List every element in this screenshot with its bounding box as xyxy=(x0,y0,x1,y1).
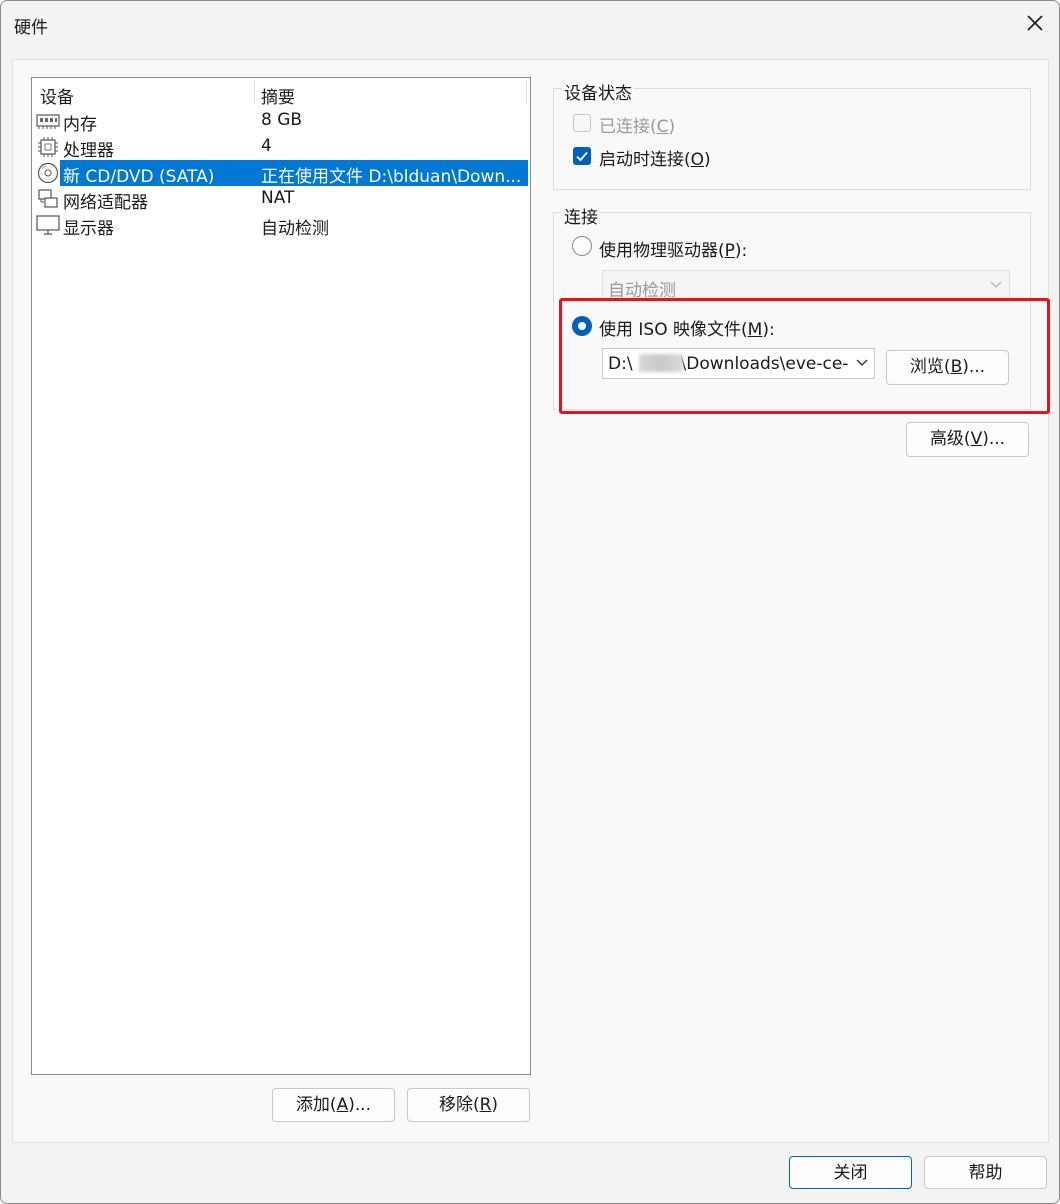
help-button[interactable]: 帮助 xyxy=(924,1156,1047,1189)
device-summary: NAT xyxy=(261,188,295,208)
network-adapter-icon xyxy=(36,188,60,210)
title-bar: 硬件 xyxy=(1,1,1059,47)
device-row-memory[interactable]: 内存 8 GB xyxy=(32,108,528,135)
device-status-title: 设备状态 xyxy=(562,79,634,104)
display-icon xyxy=(36,214,60,236)
memory-icon xyxy=(36,110,60,132)
list-header: 设备 摘要 xyxy=(32,78,530,108)
device-name: 网络适配器 xyxy=(63,193,148,213)
add-button[interactable]: 添加(A)... xyxy=(272,1088,395,1122)
device-name: 显示器 xyxy=(63,219,114,239)
device-name: 新 CD/DVD (SATA) xyxy=(63,167,215,187)
column-header-device[interactable]: 设备 xyxy=(40,83,74,108)
device-row-display[interactable]: 显示器 自动检测 xyxy=(32,212,528,239)
close-button[interactable]: 关闭 xyxy=(789,1156,912,1189)
highlight-annotation-box xyxy=(559,298,1050,414)
device-summary: 8 GB xyxy=(261,110,303,130)
device-summary: 4 xyxy=(261,136,272,156)
device-list[interactable]: 设备 摘要 内存 8 GB 处理器 4 新 CD/DVD (SATA) 正在使用… xyxy=(31,77,531,1075)
physical-drive-select[interactable]: 自动检测 xyxy=(602,270,1010,301)
device-row-network-adapter[interactable]: 网络适配器 NAT xyxy=(32,186,528,213)
cd-dvd-icon xyxy=(36,162,60,184)
device-name: 内存 xyxy=(63,115,97,135)
device-summary: 正在使用文件 D:\blduan\Down... xyxy=(261,167,522,187)
device-name: 处理器 xyxy=(63,141,114,161)
device-row-processor[interactable]: 处理器 4 xyxy=(32,134,528,161)
connected-label: 已连接(C) xyxy=(599,117,676,137)
window-title: 硬件 xyxy=(14,18,48,38)
device-summary: 自动检测 xyxy=(261,219,329,239)
connection-title: 连接 xyxy=(562,203,600,228)
connected-checkbox[interactable] xyxy=(573,114,591,132)
connect-at-power-on-label: 启动时连接(O) xyxy=(599,150,711,170)
advanced-button[interactable]: 高级(V)... xyxy=(906,422,1029,457)
device-row-cd-dvd[interactable]: 新 CD/DVD (SATA) 正在使用文件 D:\blduan\Down... xyxy=(32,160,528,187)
column-header-summary[interactable]: 摘要 xyxy=(261,83,295,108)
connect-at-power-on-checkbox[interactable] xyxy=(573,147,591,165)
physical-drive-label: 使用物理驱动器(P): xyxy=(599,241,748,261)
close-icon[interactable] xyxy=(1015,5,1055,41)
remove-button[interactable]: 移除(R) xyxy=(407,1088,530,1122)
processor-icon xyxy=(36,136,60,158)
chevron-down-icon xyxy=(990,281,1002,288)
checkmark-icon xyxy=(576,151,588,162)
physical-drive-radio[interactable] xyxy=(572,236,592,256)
